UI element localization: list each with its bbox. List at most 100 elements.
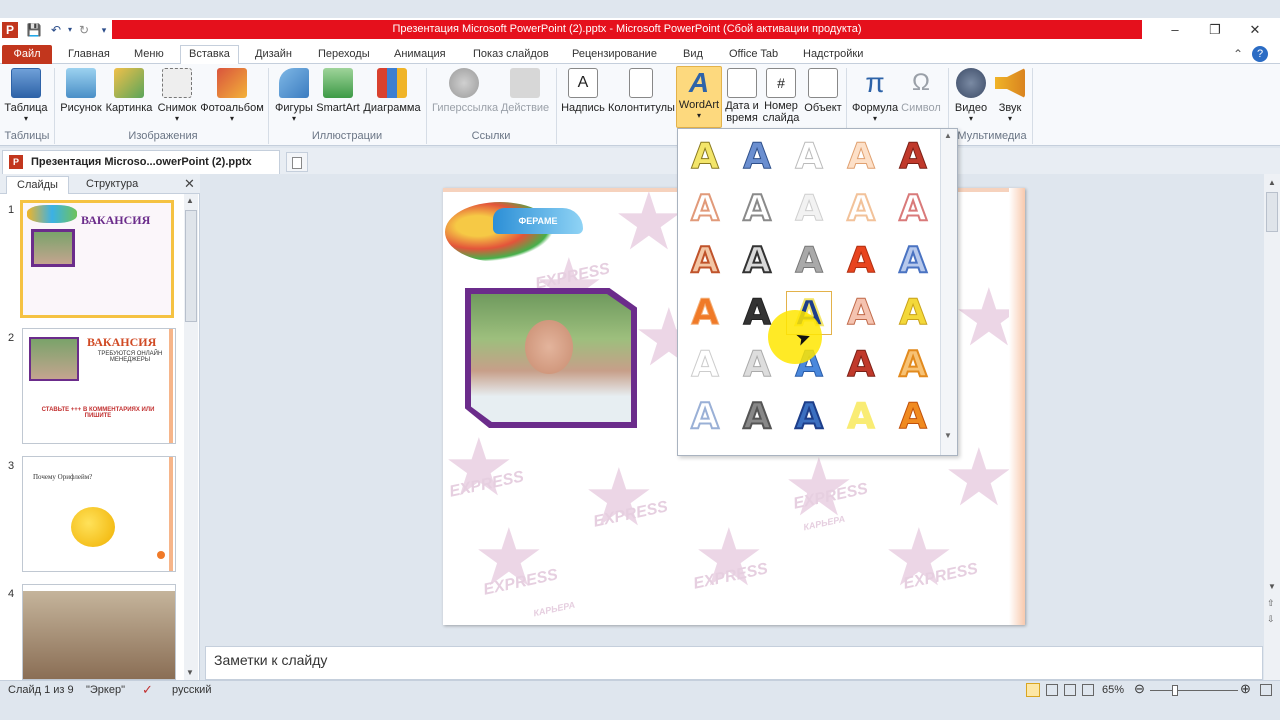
- next-slide-icon[interactable]: ⇩: [1267, 614, 1275, 625]
- tab-file[interactable]: Файл: [2, 45, 52, 64]
- scroll-down-icon[interactable]: ▼: [186, 668, 194, 677]
- minimize-ribbon-icon[interactable]: ⌃: [1230, 46, 1246, 62]
- picture-button[interactable]: Рисунок: [60, 68, 102, 114]
- close-panel-icon[interactable]: ✕: [184, 176, 195, 192]
- redo-icon[interactable]: ↻: [76, 22, 92, 38]
- gallery-scrollbar[interactable]: ▲ ▼: [940, 129, 957, 455]
- tab-addins[interactable]: Надстройки: [803, 46, 863, 64]
- help-icon[interactable]: ?: [1252, 46, 1268, 62]
- slide-thumbnail[interactable]: ВАКАНСИЯ ТРЕБУЮТСЯ ОНЛАЙН МЕНЕДЖЕРЫ СТАВ…: [22, 328, 176, 444]
- wordart-style-option[interactable]: A: [838, 291, 884, 335]
- tab-view[interactable]: Вид: [683, 46, 703, 64]
- wordart-style-option[interactable]: A: [786, 395, 832, 439]
- scroll-down-icon[interactable]: ▼: [944, 431, 952, 440]
- reading-view-icon[interactable]: [1064, 684, 1076, 696]
- wordart-style-option[interactable]: A: [838, 343, 884, 387]
- tab-home[interactable]: Главная: [68, 46, 110, 64]
- header-footer-button[interactable]: Колонтитулы: [608, 68, 675, 114]
- language[interactable]: русский: [172, 684, 211, 696]
- video-button[interactable]: Видео ▾: [954, 68, 988, 123]
- zoom-slider-thumb[interactable]: [1172, 685, 1178, 696]
- minimize-button[interactable]: –: [1160, 20, 1190, 40]
- restore-button[interactable]: ❐: [1200, 20, 1230, 40]
- save-icon[interactable]: 💾: [26, 22, 42, 38]
- wordart-style-option[interactable]: A: [682, 291, 728, 335]
- wordart-gallery[interactable]: AAAAAAAAAAAAAAAAAAAAAAAAAAAAAA ▲ ▼: [677, 128, 958, 456]
- wordart-style-option[interactable]: A: [890, 395, 936, 439]
- slide-number-button[interactable]: # Номер слайда: [762, 68, 800, 124]
- action-button[interactable]: Действие: [500, 68, 550, 114]
- symbol-button[interactable]: Ω Символ: [900, 68, 942, 114]
- wordart-style-option[interactable]: A: [682, 395, 728, 439]
- wordart-style-option[interactable]: A: [838, 135, 884, 179]
- scroll-up-icon[interactable]: ▲: [186, 196, 194, 205]
- fit-to-window-icon[interactable]: [1260, 684, 1272, 696]
- photo-album-button[interactable]: Фотоальбом ▾: [200, 68, 264, 123]
- wordart-button[interactable]: A WordArt ▾: [676, 66, 722, 128]
- formula-button[interactable]: π Формула ▾: [852, 68, 898, 124]
- scroll-up-icon[interactable]: ▲: [944, 131, 952, 140]
- customize-qat-icon[interactable]: ▾: [96, 22, 112, 38]
- wordart-style-option[interactable]: A: [838, 395, 884, 439]
- zoom-slider[interactable]: [1150, 690, 1238, 691]
- tab-outline[interactable]: Структура: [76, 176, 148, 194]
- wordart-style-option[interactable]: A: [682, 239, 728, 283]
- wordart-style-option[interactable]: A: [734, 187, 780, 231]
- wordart-style-option[interactable]: A: [838, 239, 884, 283]
- notes-pane[interactable]: Заметки к слайду: [205, 646, 1263, 680]
- object-button[interactable]: Объект: [802, 68, 844, 114]
- wordart-style-option[interactable]: A: [734, 395, 780, 439]
- tab-animation[interactable]: Анимация: [394, 46, 446, 64]
- slide-sorter-icon[interactable]: [1046, 684, 1058, 696]
- wordart-style-option[interactable]: A: [682, 187, 728, 231]
- tab-slides[interactable]: Слайды: [6, 176, 69, 194]
- wordart-style-option[interactable]: A: [890, 239, 936, 283]
- slide-thumbnail[interactable]: ВАКАНСИЯ: [20, 200, 174, 318]
- wordart-style-option[interactable]: A: [682, 343, 728, 387]
- scroll-thumb[interactable]: [1266, 192, 1278, 232]
- wordart-style-option[interactable]: A: [890, 291, 936, 335]
- wordart-style-option[interactable]: A: [890, 135, 936, 179]
- normal-view-icon[interactable]: [1026, 683, 1040, 697]
- zoom-in-icon[interactable]: ⊕: [1240, 681, 1251, 697]
- wordart-style-option[interactable]: A: [786, 187, 832, 231]
- datetime-button[interactable]: Дата и время: [724, 68, 760, 124]
- new-tab-button[interactable]: [286, 152, 308, 172]
- scroll-down-icon[interactable]: ▼: [1268, 582, 1276, 591]
- clipart-button[interactable]: Картинка: [105, 68, 153, 114]
- tab-slideshow[interactable]: Показ слайдов: [473, 46, 549, 64]
- slides-scrollbar[interactable]: ▲ ▼: [184, 194, 198, 680]
- wordart-style-option[interactable]: A: [786, 239, 832, 283]
- wordart-style-option[interactable]: A: [734, 239, 780, 283]
- tab-design[interactable]: Дизайн: [255, 46, 292, 64]
- scroll-thumb[interactable]: [185, 210, 197, 322]
- tab-insert[interactable]: Вставка: [180, 45, 239, 65]
- zoom-level[interactable]: 65%: [1102, 684, 1124, 696]
- slide-thumbnail[interactable]: [22, 584, 176, 680]
- tab-review[interactable]: Рецензирование: [572, 46, 657, 64]
- chart-button[interactable]: Диаграмма: [362, 68, 422, 114]
- wordart-style-option[interactable]: A: [682, 135, 728, 179]
- spellcheck-icon[interactable]: ✓: [142, 682, 153, 698]
- shapes-button[interactable]: Фигуры ▾: [274, 68, 314, 123]
- wordart-style-option[interactable]: A: [890, 187, 936, 231]
- wordart-style-option[interactable]: A: [734, 135, 780, 179]
- close-button[interactable]: ✕: [1240, 20, 1270, 40]
- wordart-style-option[interactable]: A: [890, 343, 936, 387]
- tab-transitions[interactable]: Переходы: [318, 46, 370, 64]
- editor-scrollbar[interactable]: ▲ ▼ ⇧ ⇩: [1264, 174, 1280, 680]
- tab-menu[interactable]: Меню: [134, 46, 164, 64]
- wordart-style-option[interactable]: A: [838, 187, 884, 231]
- textbox-button[interactable]: A Надпись: [560, 68, 606, 114]
- zoom-out-icon[interactable]: ⊖: [1134, 681, 1145, 697]
- hyperlink-button[interactable]: Гиперссылка: [432, 68, 498, 114]
- screenshot-button[interactable]: Снимок ▾: [156, 68, 198, 123]
- smartart-button[interactable]: SmartArt: [316, 68, 360, 114]
- audio-button[interactable]: Звук ▾: [994, 68, 1026, 123]
- table-button[interactable]: Таблица ▾: [4, 68, 48, 123]
- scroll-up-icon[interactable]: ▲: [1268, 178, 1276, 187]
- wordart-style-option[interactable]: A: [786, 135, 832, 179]
- prev-slide-icon[interactable]: ⇧: [1267, 598, 1275, 609]
- slide-thumbnail[interactable]: Почему Орифлейм?: [22, 456, 176, 572]
- slideshow-view-icon[interactable]: [1082, 684, 1094, 696]
